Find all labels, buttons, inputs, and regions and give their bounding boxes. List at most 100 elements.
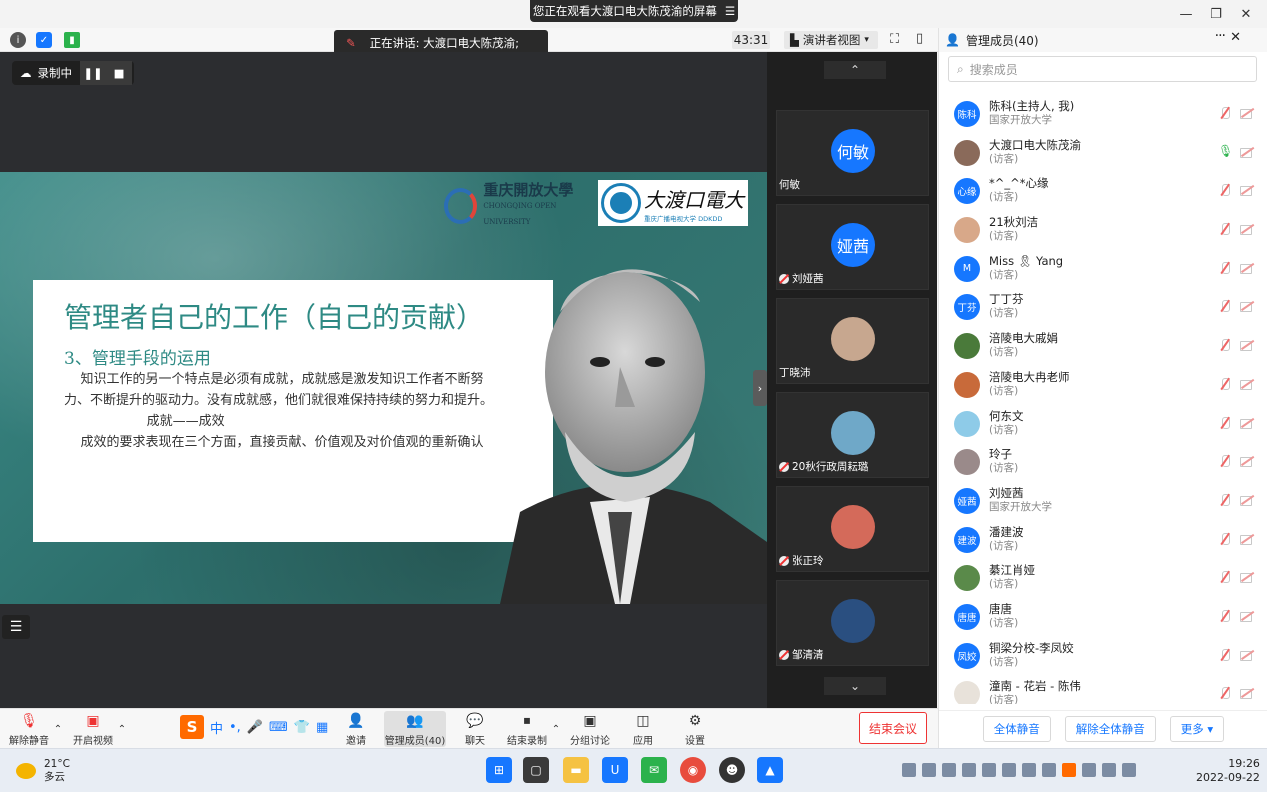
settings-button[interactable]: ⚙ 设置 — [682, 711, 708, 747]
camera-off-icon[interactable] — [1240, 609, 1254, 623]
sogou-icon[interactable] — [1062, 763, 1076, 777]
end-meeting-button[interactable]: 结束会议 — [859, 712, 927, 744]
battery-icon[interactable] — [1122, 763, 1136, 777]
video-options-button[interactable]: ⌃ — [116, 711, 128, 747]
camera-off-icon[interactable] — [1240, 648, 1254, 662]
member-row[interactable]: 涪陵电大戚娟 (访客) — [939, 326, 1267, 365]
more-options-icon[interactable]: ··· — [1215, 28, 1226, 44]
camera-off-icon[interactable] — [1240, 338, 1254, 352]
invite-button[interactable]: 👤 邀请 — [340, 711, 372, 747]
audio-options-button[interactable]: ⌃ — [52, 711, 64, 747]
scroll-up-button[interactable]: ⌃ — [824, 61, 886, 79]
video-tile[interactable]: 邹清清 — [776, 580, 929, 666]
info-icon[interactable]: i — [10, 32, 26, 48]
member-row[interactable]: 何东文 (访客) — [939, 404, 1267, 443]
member-row[interactable]: 建波 潘建波 (访客) — [939, 520, 1267, 559]
camera-off-icon[interactable] — [1240, 145, 1254, 159]
member-row[interactable]: 綦江肖娅 (访客) — [939, 558, 1267, 597]
mic-muted-icon[interactable] — [1218, 454, 1232, 468]
mic-muted-icon[interactable] — [1218, 493, 1232, 507]
stop-recording-button[interactable]: ■ — [106, 61, 132, 85]
member-row[interactable]: 涪陵电大冉老师 (访客) — [939, 365, 1267, 404]
recording-options-button[interactable]: ⌃ — [550, 711, 562, 747]
weather-widget[interactable]: 21°C 多云 — [16, 758, 70, 784]
search-input[interactable]: ⌕ 搜索成员 — [948, 56, 1257, 82]
video-tile[interactable]: 丁晓沛 — [776, 298, 929, 384]
mic-muted-icon[interactable] — [1218, 609, 1232, 623]
task-view-icon[interactable]: ▢ — [523, 757, 549, 783]
mic-icon[interactable] — [1022, 763, 1036, 777]
camera-off-icon[interactable] — [1240, 261, 1254, 275]
camera-off-icon[interactable] — [1240, 299, 1254, 313]
scroll-down-button[interactable]: ⌄ — [824, 677, 886, 695]
fullscreen-icon[interactable]: ⛶ — [890, 32, 899, 47]
member-row[interactable]: 陈科 陈科(主持人, 我) 国家开放大学 — [939, 94, 1267, 133]
member-row[interactable]: 娅茜 刘娅茜 国家开放大学 — [939, 481, 1267, 520]
sidebar-toggle-icon[interactable]: ▯ — [916, 31, 923, 46]
unmute-all-button[interactable]: 解除全体静音 — [1064, 715, 1156, 742]
video-tile[interactable]: 娅茜 刘娅茜 — [776, 204, 929, 290]
security-app-icon[interactable]: U — [602, 757, 628, 783]
list-icon[interactable]: ☰ — [725, 4, 735, 18]
windows-start-icon[interactable]: ⊞ — [486, 757, 512, 783]
video-tile[interactable]: 20秋行政周耘璐 — [776, 392, 929, 478]
member-row[interactable]: 玲子 (访客) — [939, 442, 1267, 481]
maximize-icon[interactable]: ❐ — [1201, 4, 1231, 24]
mic-muted-icon[interactable] — [1218, 261, 1232, 275]
mic-muted-icon[interactable] — [1218, 570, 1232, 584]
tray-icon[interactable] — [902, 763, 916, 777]
mute-all-button[interactable]: 全体静音 — [982, 715, 1051, 742]
more-button[interactable]: 更多 ▾ — [1169, 715, 1225, 742]
camera-off-icon[interactable] — [1240, 377, 1254, 391]
breakout-button[interactable]: ▣ 分组讨论 — [568, 711, 612, 747]
tray-icon[interactable] — [922, 763, 936, 777]
mic-muted-icon[interactable] — [1218, 377, 1232, 391]
network-icon[interactable] — [1082, 763, 1096, 777]
member-row[interactable]: 唐唐 唐唐 (访客) — [939, 597, 1267, 636]
unmute-button[interactable]: 🎙 解除静音 — [6, 711, 52, 747]
close-panel-icon[interactable]: ✕ — [1230, 30, 1241, 45]
browser-icon[interactable]: ◉ — [680, 757, 706, 783]
member-row[interactable]: 丁芬 丁丁芬 (访客) — [939, 287, 1267, 326]
end-recording-button[interactable]: ⏹ 结束录制 — [506, 711, 548, 747]
camera-off-icon[interactable] — [1240, 222, 1254, 236]
annotation-menu-button[interactable]: ☰ — [2, 615, 30, 639]
member-row[interactable]: 潼南 - 花岩 - 陈伟 (访客) — [939, 674, 1267, 704]
volume-icon[interactable] — [1102, 763, 1116, 777]
camera-off-icon[interactable] — [1240, 532, 1254, 546]
view-mode-select[interactable]: ▙ 演讲者视图 ▾ — [784, 31, 878, 49]
mic-muted-icon[interactable] — [1218, 532, 1232, 546]
apps-button[interactable]: ◫ 应用 — [630, 711, 656, 747]
mic-on-icon[interactable]: 🎙 — [1218, 144, 1233, 158]
mic-muted-icon[interactable] — [1218, 416, 1232, 430]
camera-off-icon[interactable] — [1240, 493, 1254, 507]
mic-muted-icon[interactable] — [1218, 106, 1232, 120]
member-row[interactable]: 心缘 *^_^*心缘 (访客) — [939, 171, 1267, 210]
collapse-strip-button[interactable]: › — [753, 370, 767, 406]
mic-muted-icon[interactable] — [1218, 299, 1232, 313]
mic-muted-icon[interactable] — [1218, 648, 1232, 662]
ime-icon[interactable] — [1042, 763, 1056, 777]
camera-off-icon[interactable] — [1240, 183, 1254, 197]
chat-button[interactable]: 💬 聊天 — [460, 711, 490, 747]
meeting-app-icon[interactable]: ▲ — [757, 757, 783, 783]
input-method-toolbar[interactable]: S 中 •, 🎤 ⌨ 👕 ▦ — [180, 713, 336, 741]
manage-members-button[interactable]: 👥 管理成员(40) — [384, 711, 446, 747]
camera-off-icon[interactable] — [1240, 570, 1254, 584]
camera-off-icon[interactable] — [1240, 454, 1254, 468]
camera-off-icon[interactable] — [1240, 106, 1254, 120]
pause-recording-button[interactable]: ❚❚ — [80, 61, 106, 85]
member-row[interactable]: 凤姣 铜梁分校-李凤姣 (访客) — [939, 636, 1267, 675]
mic-muted-icon[interactable] — [1218, 686, 1232, 700]
mic-muted-icon[interactable] — [1218, 183, 1232, 197]
tray-icon[interactable] — [962, 763, 976, 777]
signal-icon[interactable]: ▮ — [64, 32, 80, 48]
close-icon[interactable]: ✕ — [1231, 4, 1261, 24]
camera-off-icon[interactable] — [1240, 416, 1254, 430]
member-row[interactable]: 21秋刘洁 (访客) — [939, 210, 1267, 249]
system-clock[interactable]: 19:26 2022-09-22 — [1196, 757, 1260, 785]
shield-icon[interactable]: ✓ — [36, 32, 52, 48]
start-video-button[interactable]: ▣ 开启视频 — [70, 711, 116, 747]
member-row[interactable]: 大渡口电大陈茂渝 (访客) 🎙 — [939, 133, 1267, 172]
video-tile[interactable]: 张正玲 — [776, 486, 929, 572]
